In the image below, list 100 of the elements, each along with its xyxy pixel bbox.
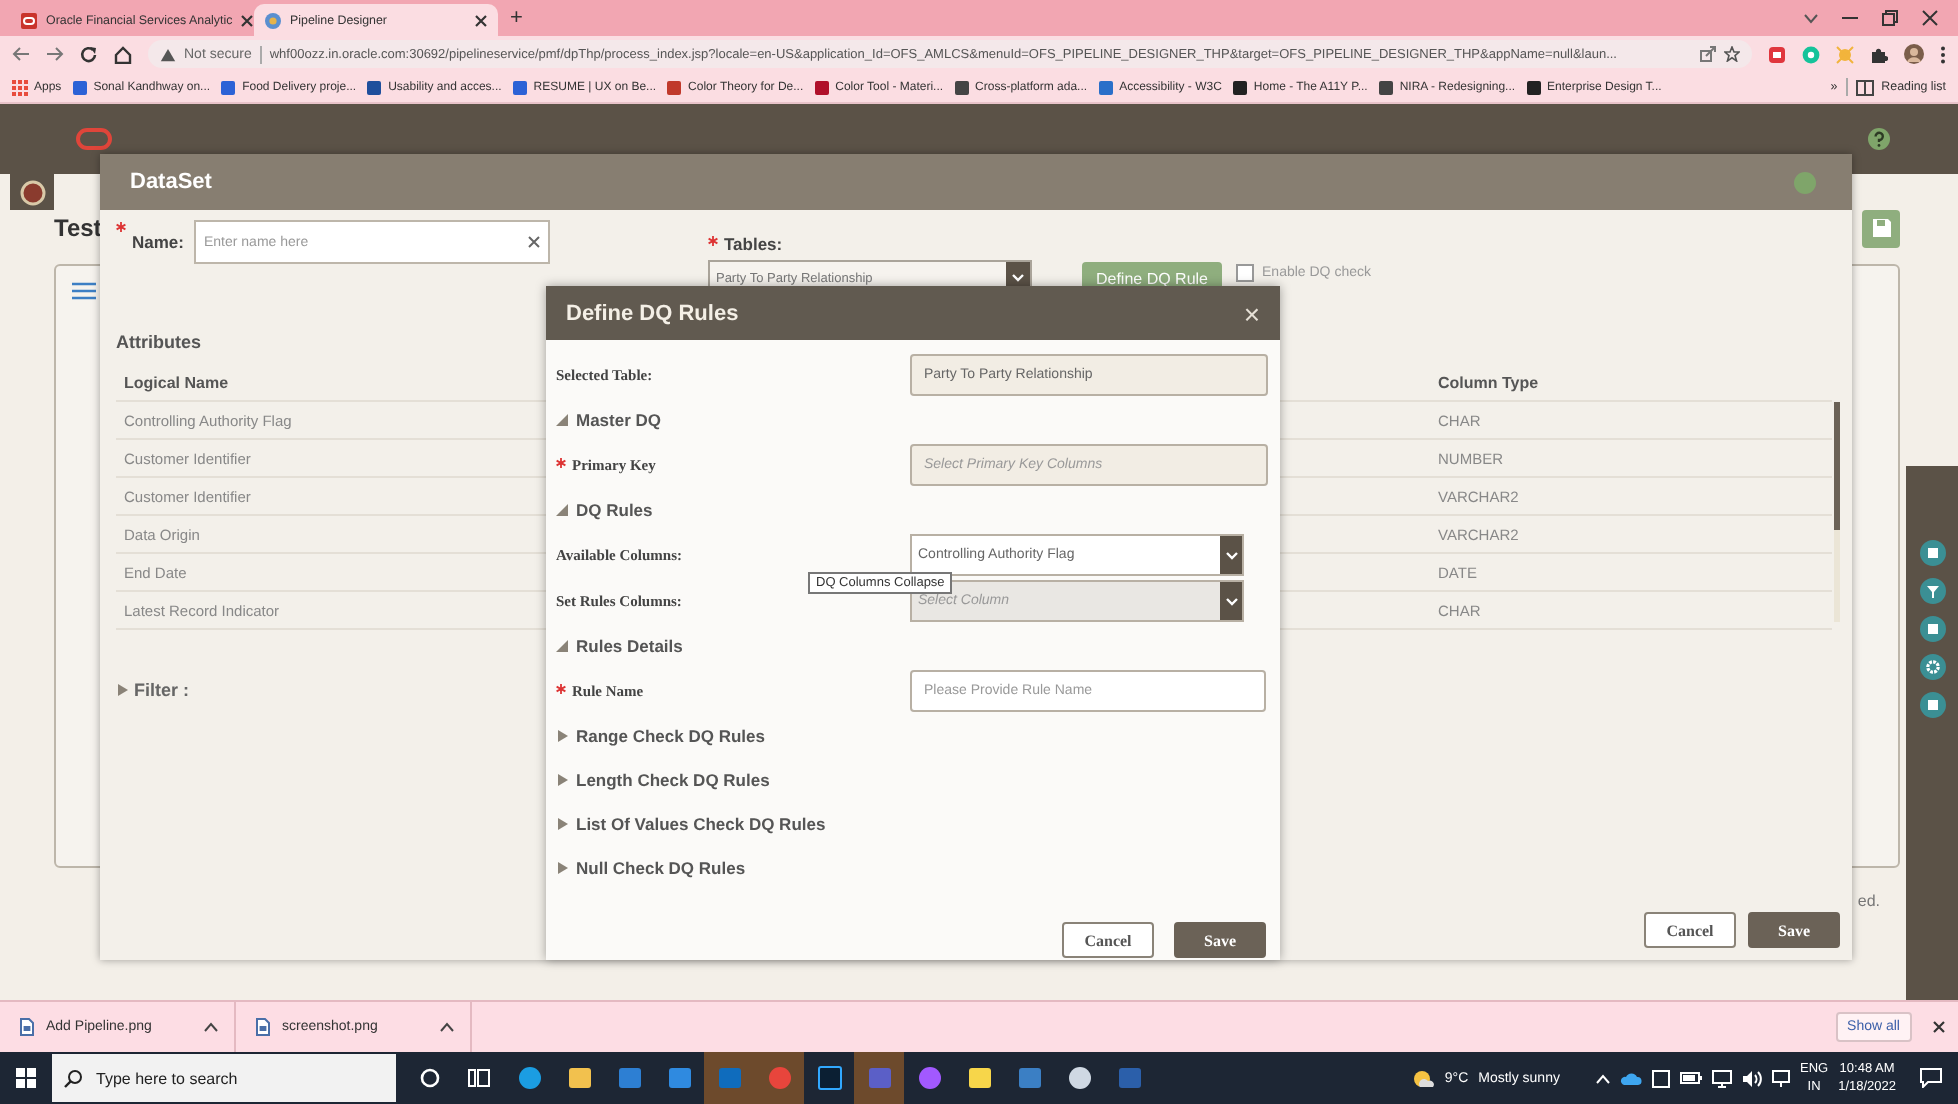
caret-up-icon[interactable] — [440, 1022, 454, 1032]
section-title: Attributes — [116, 332, 203, 356]
app-icon[interactable] — [967, 1066, 991, 1090]
warning-icon — [160, 47, 176, 61]
caret-icon[interactable] — [556, 774, 568, 786]
notification-icon[interactable] — [1920, 1068, 1942, 1088]
app-icon[interactable] — [817, 1066, 841, 1090]
checkbox[interactable] — [1236, 263, 1255, 281]
cancel-button[interactable]: Cancel — [1062, 922, 1154, 958]
monitor-icon[interactable] — [1771, 1069, 1790, 1087]
cancel-button[interactable]: Cancel — [1644, 912, 1736, 948]
save-button[interactable]: Save — [1174, 922, 1266, 958]
address-bar[interactable] — [148, 40, 1752, 68]
bookmark-icon — [1525, 79, 1542, 95]
save-button[interactable]: Save — [1748, 912, 1840, 948]
weather-icon[interactable] — [1412, 1069, 1435, 1087]
task-view-icon[interactable] — [468, 1068, 490, 1088]
section-title[interactable]: List Of Values Check DQ Rules — [576, 814, 826, 834]
copy-icon[interactable] — [1919, 616, 1945, 642]
bookmark-icon — [1097, 79, 1114, 95]
close-icon[interactable] — [474, 13, 488, 27]
bookmark-icon — [666, 79, 683, 95]
windows-icon[interactable] — [16, 1068, 36, 1088]
caret-icon[interactable] — [556, 862, 568, 874]
menu-icon[interactable] — [1940, 45, 1946, 63]
page-title: Test — [54, 214, 102, 242]
hamburger-menu-icon[interactable] — [72, 282, 96, 300]
file-icon[interactable] — [256, 1018, 270, 1036]
bookmark-icon — [71, 79, 88, 95]
close-icon[interactable] — [240, 13, 255, 27]
back-icon[interactable] — [12, 46, 30, 62]
file-icon[interactable] — [20, 1018, 34, 1036]
star-icon[interactable] — [1724, 46, 1740, 62]
network-icon[interactable] — [1711, 1069, 1732, 1087]
help-icon[interactable] — [1868, 128, 1890, 150]
app-icon[interactable] — [517, 1066, 541, 1090]
cloud-icon[interactable] — [1619, 1070, 1642, 1086]
required-icon — [707, 236, 718, 246]
bookmark-icon — [953, 79, 970, 95]
scrollbar[interactable] — [1834, 402, 1840, 622]
tab-icon — [264, 11, 282, 29]
reload-icon[interactable] — [80, 45, 98, 63]
tab-icon — [20, 11, 38, 29]
section-title[interactable]: Rules Details — [576, 636, 683, 656]
new-tab-button[interactable]: + — [510, 6, 523, 30]
section-title[interactable]: Range Check DQ Rules — [576, 726, 765, 746]
document-icon[interactable] — [1919, 540, 1945, 566]
close-button[interactable]: × — [1243, 299, 1260, 327]
avatar-icon[interactable] — [1904, 44, 1924, 64]
column-header: Logical Name — [122, 373, 229, 391]
bookmark-icon — [511, 79, 528, 95]
dialog-title: Define DQ Rules — [566, 301, 739, 325]
app-icon[interactable] — [567, 1066, 591, 1090]
bookmark-icon — [366, 79, 383, 95]
bookmark-icon — [1231, 79, 1248, 95]
caret-icon[interactable] — [556, 414, 568, 426]
search-field[interactable]: Type here to search — [52, 1054, 396, 1102]
reading-list-icon — [1855, 79, 1874, 95]
caret-icon[interactable] — [116, 684, 128, 696]
section-title[interactable]: Length Check DQ Rules — [576, 770, 770, 790]
home-icon[interactable] — [114, 45, 132, 63]
column-header: Column Type — [1436, 373, 1539, 391]
bookmark-icon — [813, 79, 830, 95]
caret-icon[interactable] — [556, 730, 568, 742]
battery-icon[interactable] — [1679, 1072, 1702, 1084]
caret-up-icon[interactable] — [204, 1022, 218, 1032]
bookmark-icon — [1377, 79, 1394, 95]
section-title[interactable]: Null Check DQ Rules — [576, 858, 746, 878]
close-icon[interactable] — [1922, 10, 1938, 26]
tray-app-icon[interactable] — [1651, 1069, 1670, 1087]
forward-icon[interactable] — [46, 46, 64, 62]
home-circle-icon[interactable] — [19, 179, 45, 205]
caret-icon[interactable] — [556, 818, 568, 830]
footer-text: ed. — [1857, 892, 1880, 910]
apps-icon — [12, 79, 28, 95]
close-icon[interactable] — [1932, 1020, 1946, 1034]
field-label: Name: — [132, 232, 184, 252]
chevron-up-icon[interactable] — [1595, 1073, 1610, 1083]
circle-icon[interactable] — [419, 1068, 439, 1088]
caret-icon[interactable] — [556, 640, 568, 652]
save-icon — [1871, 218, 1891, 238]
restore-icon[interactable] — [1882, 10, 1898, 26]
section-title[interactable]: Master DQ — [576, 410, 662, 430]
field-label: Tables: — [723, 234, 783, 254]
required-icon — [116, 222, 126, 232]
speaker-icon[interactable] — [1741, 1069, 1762, 1087]
caret-icon[interactable] — [556, 504, 568, 516]
search-icon — [64, 1069, 82, 1087]
chevron-down-icon[interactable] — [1804, 13, 1818, 23]
share-icon[interactable] — [1700, 46, 1716, 62]
bookmark-icon — [220, 79, 237, 95]
section-title[interactable]: DQ Rules — [576, 500, 653, 520]
logo-icon — [76, 128, 112, 150]
puzzle-icon[interactable] — [1870, 45, 1888, 63]
clear-icon[interactable] — [527, 236, 540, 248]
app-icon[interactable] — [1067, 1066, 1091, 1090]
settings-icon[interactable] — [1919, 654, 1945, 680]
filter-toggle[interactable]: Filter : — [134, 680, 190, 700]
filter-icon[interactable] — [1919, 578, 1945, 604]
grid-icon[interactable] — [1919, 692, 1945, 718]
